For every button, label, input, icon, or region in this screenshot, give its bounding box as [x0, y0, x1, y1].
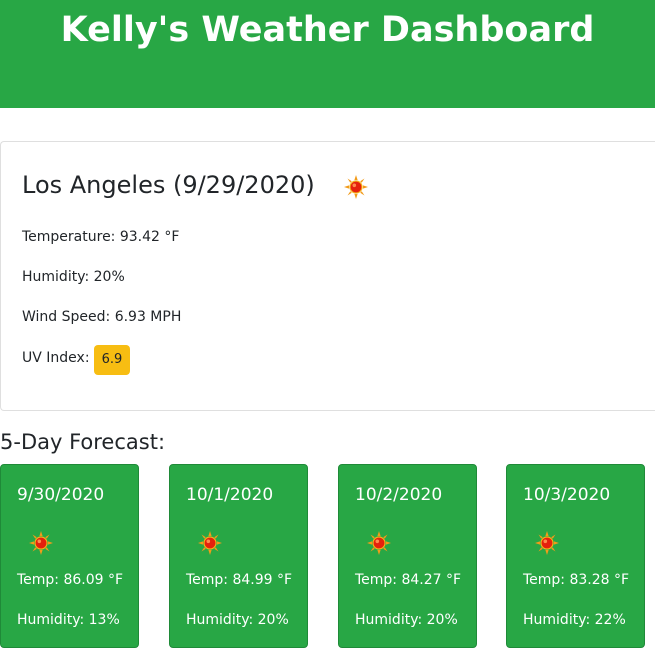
forecast-card: 9/30/2020 Temp: 86.09 °F Humidity: 13% [0, 464, 139, 648]
forecast-title: 5-Day Forecast: [0, 430, 166, 454]
sun-icon [28, 530, 54, 556]
forecast-temp: Temp: 83.28 °F [523, 572, 630, 588]
forecast-date: 10/2/2020 [355, 485, 443, 505]
uv-index-label: UV Index: [22, 350, 90, 366]
temperature-text: Temperature: 93.42 °F [22, 229, 180, 245]
forecast-temp: Temp: 84.99 °F [186, 572, 293, 588]
current-weather-card: Los Angeles (9/29/2020) Temperature: 93.… [0, 141, 655, 411]
forecast-humidity: Humidity: 20% [355, 612, 458, 628]
header-banner: Kelly's Weather Dashboard [0, 0, 655, 108]
wind-speed-text: Wind Speed: 6.93 MPH [22, 309, 182, 325]
forecast-temp: Temp: 86.09 °F [17, 572, 124, 588]
humidity-text: Humidity: 20% [22, 269, 125, 285]
forecast-date: 10/1/2020 [186, 485, 274, 505]
forecast-card: 10/2/2020 Temp: 84.27 °F Humidity: 20% [338, 464, 477, 648]
forecast-date: 9/30/2020 [17, 485, 105, 505]
forecast-temp: Temp: 84.27 °F [355, 572, 462, 588]
city-heading: Los Angeles (9/29/2020) [22, 171, 315, 199]
forecast-humidity: Humidity: 22% [523, 612, 626, 628]
sun-icon [343, 174, 369, 200]
forecast-card: 10/1/2020 Temp: 84.99 °F Humidity: 20% [169, 464, 308, 648]
forecast-humidity: Humidity: 20% [186, 612, 289, 628]
sun-icon [366, 530, 392, 556]
page-title: Kelly's Weather Dashboard [60, 10, 595, 50]
forecast-humidity: Humidity: 13% [17, 612, 120, 628]
forecast-card: 10/3/2020 Temp: 83.28 °F Humidity: 22% [506, 464, 645, 648]
sun-icon [197, 530, 223, 556]
forecast-date: 10/3/2020 [523, 485, 611, 505]
uv-index-badge: 6.9 [94, 345, 130, 375]
sun-icon [534, 530, 560, 556]
